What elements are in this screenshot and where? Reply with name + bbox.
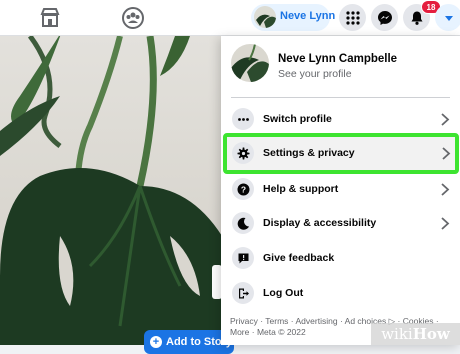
- profile-chip-name: Neve Lynn: [280, 10, 336, 22]
- footer-link-privacy[interactable]: Privacy: [230, 316, 258, 326]
- see-profile-link[interactable]: See your profile: [278, 68, 352, 80]
- menu-item-log-out[interactable]: Log Out: [225, 277, 456, 311]
- footer-link-advertising[interactable]: Advertising: [296, 316, 338, 326]
- apps-grid-icon: [345, 10, 360, 25]
- chevron-right-icon: [440, 112, 450, 127]
- feedback-icon: [232, 247, 254, 269]
- menu-item-switch-profile[interactable]: Switch profile: [225, 103, 456, 137]
- menu-item-label: Give feedback: [263, 252, 335, 264]
- account-menu: Neve Lynn Campbelle See your profile Swi…: [221, 36, 460, 345]
- menu-item-display-accessibility[interactable]: Display & accessibility: [225, 207, 456, 241]
- menu-item-label: Log Out: [263, 287, 304, 299]
- svg-text:?: ?: [240, 184, 245, 194]
- watermark-how: How: [412, 325, 450, 343]
- messenger-icon: [377, 10, 392, 25]
- menu-button[interactable]: [339, 4, 366, 31]
- menu-item-give-feedback[interactable]: Give feedback: [225, 242, 456, 276]
- menu-item-label: Help & support: [263, 183, 339, 195]
- moon-icon: [232, 212, 254, 234]
- menu-item-label: Switch profile: [263, 113, 332, 125]
- profile-name: Neve Lynn Campbelle: [278, 53, 398, 65]
- profile-chip[interactable]: Neve Lynn: [251, 4, 335, 31]
- logout-icon: [232, 282, 254, 304]
- chevron-right-icon: [441, 146, 451, 161]
- avatar: [231, 44, 269, 82]
- footer-link-more[interactable]: More: [230, 327, 249, 337]
- plus-icon: +: [150, 336, 162, 348]
- wikihow-watermark: wiki How: [371, 323, 460, 345]
- divider: [231, 97, 450, 98]
- top-navigation-bar: Neve Lynn 18: [0, 0, 460, 36]
- question-icon: ?: [232, 178, 254, 200]
- gear-icon: [232, 142, 254, 164]
- menu-item-help-support[interactable]: ? Help & support: [225, 173, 456, 207]
- more-dots-icon: [232, 108, 254, 130]
- messenger-button[interactable]: [371, 4, 398, 31]
- chevron-right-icon: [440, 216, 450, 231]
- story-image: [0, 36, 222, 345]
- watermark-wiki: wiki: [381, 325, 413, 343]
- profile-card[interactable]: Neve Lynn Campbelle See your profile: [229, 41, 452, 90]
- menu-item-settings-privacy[interactable]: Settings & privacy: [223, 133, 459, 174]
- chevron-right-icon: [440, 182, 450, 197]
- chevron-down-icon: [444, 15, 453, 21]
- copyright-text: Meta © 2022: [256, 327, 306, 337]
- marketplace-icon[interactable]: [37, 5, 63, 31]
- footer-link-terms[interactable]: Terms: [265, 316, 288, 326]
- menu-item-label: Settings & privacy: [263, 147, 355, 159]
- groups-icon[interactable]: [120, 5, 146, 31]
- menu-item-label: Display & accessibility: [263, 217, 377, 229]
- avatar: [254, 6, 276, 28]
- account-button[interactable]: [435, 4, 460, 31]
